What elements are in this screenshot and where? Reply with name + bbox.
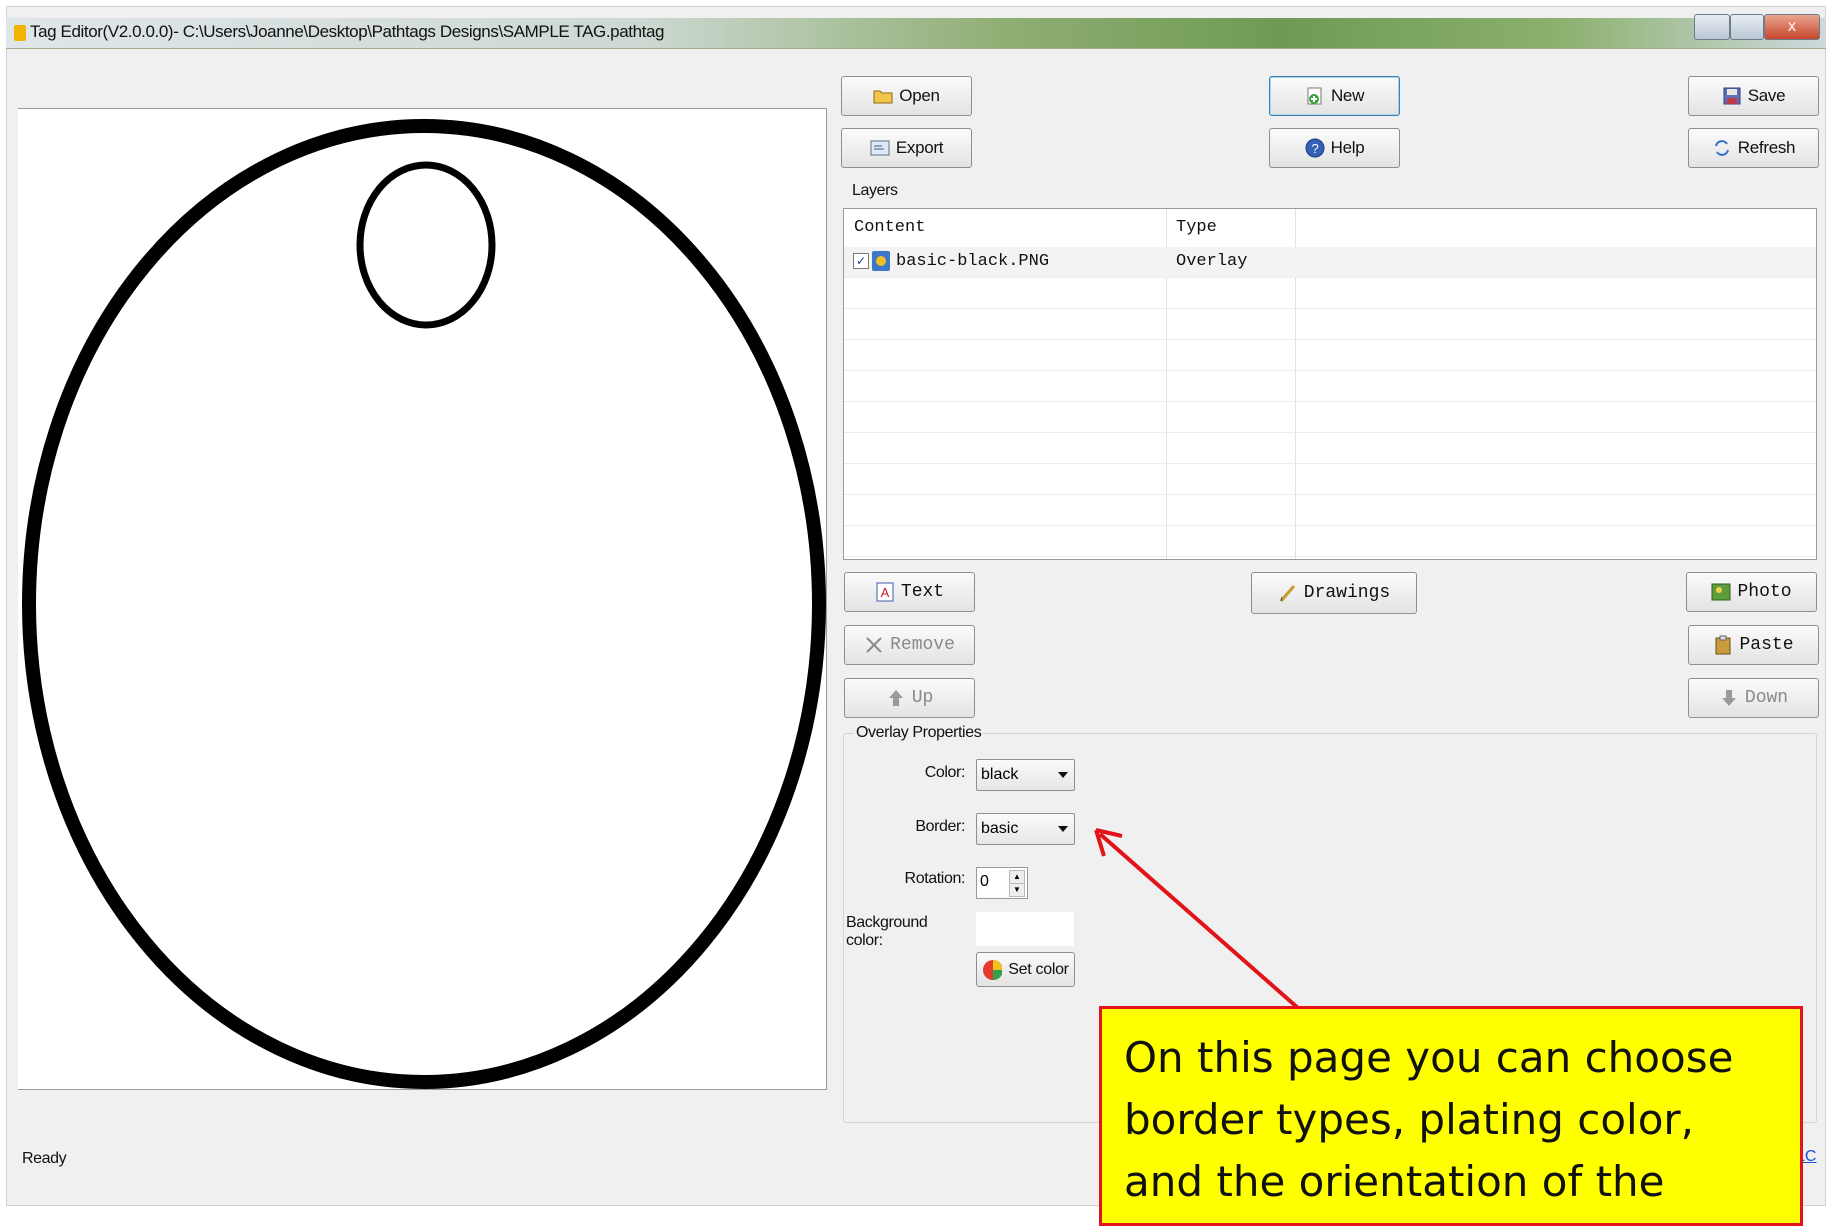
spin-down-icon[interactable]: ▼ <box>1009 883 1025 897</box>
help-icon: ? <box>1305 138 1325 158</box>
arrow-down-icon <box>1719 688 1739 708</box>
chevron-down-icon <box>1058 772 1068 778</box>
svg-text:?: ? <box>1311 141 1318 156</box>
paste-button[interactable]: Paste <box>1688 625 1819 665</box>
layer-type-cell: Overlay <box>1176 252 1248 271</box>
export-icon <box>870 138 890 158</box>
chevron-down-icon <box>1058 826 1068 832</box>
maximize-button[interactable] <box>1730 14 1764 40</box>
color-select-value: black <box>981 766 1019 783</box>
rotation-value: 0 <box>980 873 989 890</box>
border-select-value: basic <box>981 820 1019 837</box>
table-row <box>844 402 1816 433</box>
set-color-button[interactable]: Set color <box>976 952 1075 987</box>
color-select[interactable]: black <box>976 759 1075 791</box>
new-file-icon <box>1305 86 1325 106</box>
pencil-icon <box>1278 583 1298 603</box>
design-canvas[interactable] <box>18 108 827 1090</box>
save-button[interactable]: Save <box>1688 76 1819 116</box>
add-drawings-button[interactable]: Drawings <box>1251 572 1417 614</box>
table-row <box>844 340 1816 371</box>
layer-content-cell: basic-black.PNG <box>896 252 1050 271</box>
new-label: New <box>1330 86 1365 105</box>
move-up-button[interactable]: Up <box>844 678 975 718</box>
layers-table[interactable]: Content Type ✓ basic-black.PNG Overlay <box>843 208 1817 560</box>
help-label: Help <box>1330 138 1365 157</box>
table-row <box>844 309 1816 340</box>
overlay-properties-label: Overlay Properties <box>854 724 984 742</box>
table-row <box>844 371 1816 402</box>
arrow-up-icon <box>886 688 906 708</box>
color-label: Color: <box>924 764 966 781</box>
text-label: Text <box>900 582 945 602</box>
table-row <box>844 464 1816 495</box>
table-row <box>844 495 1816 526</box>
window-controls: x <box>1694 14 1822 42</box>
layers-group-label: Layers <box>852 182 898 199</box>
open-button[interactable]: Open <box>841 76 972 116</box>
add-text-button[interactable]: A Text <box>844 572 975 612</box>
rotation-spinner[interactable]: 0 ▲ ▼ <box>976 867 1028 899</box>
spin-up-icon[interactable]: ▲ <box>1009 870 1025 884</box>
tag-preview <box>22 119 826 1089</box>
callout-arrow-line <box>1098 832 1300 1010</box>
remove-button[interactable]: Remove <box>844 625 975 665</box>
move-down-button[interactable]: Down <box>1688 678 1819 718</box>
svg-text:A: A <box>881 585 890 600</box>
new-button[interactable]: New <box>1269 76 1400 116</box>
color-wheel-icon <box>982 959 1003 980</box>
floppy-disk-icon <box>1722 86 1742 106</box>
close-button[interactable]: x <box>1764 14 1820 40</box>
callout-text: On this page you can choose border types… <box>1124 1033 1734 1206</box>
remove-x-icon <box>864 635 884 655</box>
callout-arrow <box>1094 828 1300 1010</box>
border-select[interactable]: basic <box>976 813 1075 845</box>
column-header-content[interactable]: Content <box>844 209 1166 247</box>
drawings-label: Drawings <box>1303 583 1391 603</box>
minimize-button[interactable] <box>1694 14 1730 40</box>
add-photo-button[interactable]: Photo <box>1686 572 1817 612</box>
up-label: Up <box>911 688 934 708</box>
rotation-label: Rotation: <box>904 870 966 887</box>
open-label: Open <box>899 86 940 105</box>
photo-icon <box>1711 582 1731 602</box>
paste-label: Paste <box>1739 635 1794 655</box>
window-title: Tag Editor(V2.0.0.0)- C:\Users\Joanne\De… <box>30 22 665 41</box>
help-button[interactable]: ? Help <box>1269 128 1400 168</box>
app-icon <box>14 25 26 41</box>
folder-icon <box>873 86 893 106</box>
export-button[interactable]: Export <box>841 128 972 168</box>
export-label: Export <box>895 138 944 157</box>
tag-hole-ring <box>356 161 496 329</box>
callout-box: On this page you can choose border types… <box>1099 1006 1803 1226</box>
table-row <box>844 278 1816 309</box>
text-icon: A <box>875 582 895 602</box>
background-color-label: Background color: <box>846 914 928 949</box>
tag-outline-ring <box>22 119 826 1089</box>
photo-label: Photo <box>1737 582 1792 602</box>
column-header-type[interactable]: Type <box>1166 209 1295 247</box>
remove-label: Remove <box>890 635 955 655</box>
table-row <box>844 433 1816 464</box>
layer-visibility-checkbox[interactable]: ✓ <box>853 253 869 269</box>
clipboard-icon <box>1713 635 1733 655</box>
table-row[interactable]: ✓ basic-black.PNG Overlay <box>844 247 1816 278</box>
refresh-button[interactable]: Refresh <box>1688 128 1819 168</box>
refresh-icon <box>1712 138 1732 158</box>
status-text: Ready <box>22 1150 67 1167</box>
set-color-label: Set color <box>1008 960 1069 978</box>
table-row <box>844 526 1816 557</box>
layer-image-icon <box>872 251 890 271</box>
down-label: Down <box>1744 688 1789 708</box>
save-label: Save <box>1747 86 1786 105</box>
border-label: Border: <box>915 818 965 835</box>
background-color-swatch <box>976 912 1074 946</box>
refresh-label: Refresh <box>1737 138 1796 157</box>
